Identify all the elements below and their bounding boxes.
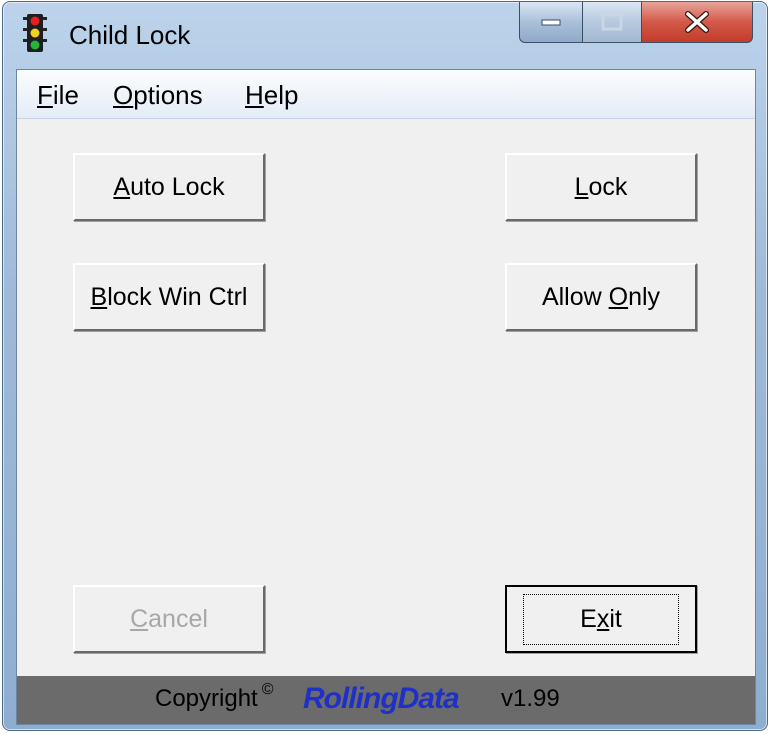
minimize-icon [541,17,561,27]
maximize-icon [601,13,623,31]
exit-button[interactable]: Exit [505,585,697,653]
traffic-light-icon [21,14,49,54]
status-bar: Copyright © RollingData v1.99 [17,676,755,724]
allow-only-label: Allow Only [541,282,661,311]
allow-only-button[interactable]: Allow Only [505,263,697,331]
auto-lock-button[interactable]: Auto Lock [73,153,265,221]
menu-options-mnemonic: O [113,80,134,110]
menu-file-mnemonic: F [37,80,53,110]
lock-button[interactable]: Lock [505,153,697,221]
menu-options[interactable]: Options [113,80,203,111]
close-icon [684,11,710,33]
window-title: Child Lock [69,20,191,50]
cancel-button[interactable]: Cancel [73,585,265,653]
menu-help[interactable]: Help [245,80,298,111]
child-lock-window: Child Lock File Options Help Auto Lock L… [2,1,768,731]
copyright-text: Copyright © [155,681,274,712]
version-text: v1.99 [501,685,560,712]
cancel-label: Cancel [130,604,208,633]
exit-label: Exit [523,593,679,645]
auto-lock-label: Auto Lock [113,172,225,201]
block-win-ctrl-button[interactable]: Block Win Ctrl [73,263,265,331]
menu-file-label: ile [52,80,79,110]
minimize-button[interactable] [519,2,583,43]
title-bar[interactable]: Child Lock [3,2,767,66]
menu-help-label: elp [263,80,299,110]
caption-buttons [519,2,753,46]
maximize-button[interactable] [583,2,642,43]
block-win-ctrl-label: Block Win Ctrl [90,282,248,311]
client-area: File Options Help Auto Lock Lock Block W… [16,69,756,725]
close-button[interactable] [642,2,753,43]
lock-label: Lock [574,172,628,201]
menu-help-mnemonic: H [245,80,264,110]
menu-bar: File Options Help [17,70,755,119]
menu-file[interactable]: File [37,80,79,111]
menu-options-label: ptions [133,80,203,110]
brand-logo: RollingData [303,682,460,715]
copyright-symbol: © [261,681,274,698]
